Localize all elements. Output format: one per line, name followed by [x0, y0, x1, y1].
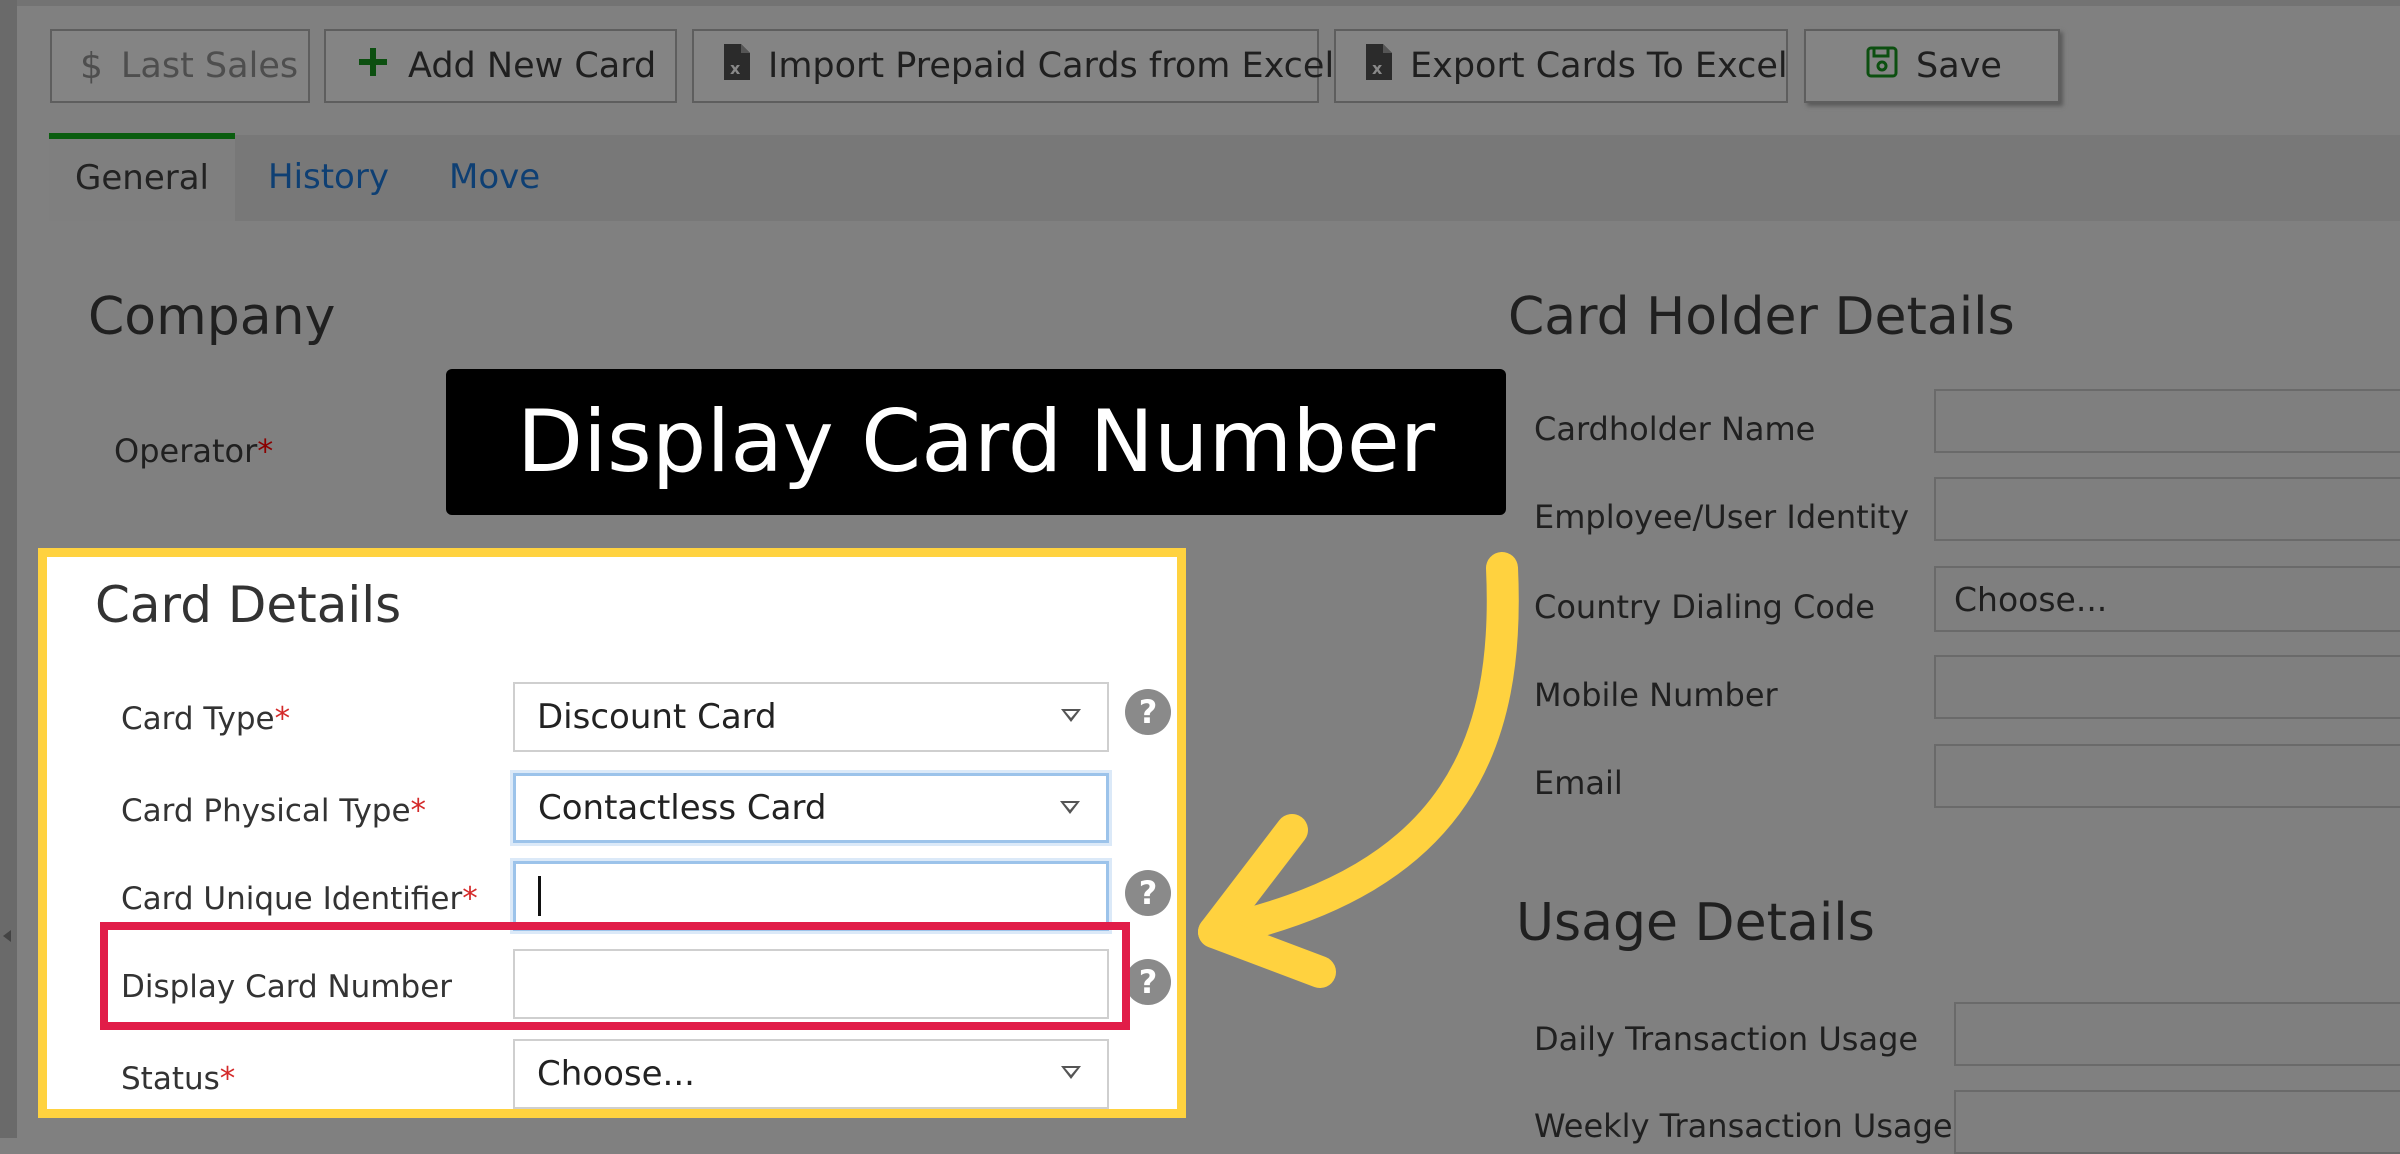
chevron-down-icon	[1061, 709, 1081, 722]
chevron-down-icon	[1060, 801, 1080, 814]
excel-file-icon: x	[724, 43, 750, 89]
required-mark: *	[274, 701, 291, 737]
mobile-number-input[interactable]	[1934, 655, 2400, 719]
required-mark: *	[219, 1061, 236, 1097]
required-mark: *	[410, 793, 427, 829]
card-type-label-text: Card Type	[121, 701, 275, 737]
card-details-panel: Card Details Card Type* Discount Card ? …	[38, 548, 1186, 1118]
svg-text:x: x	[730, 59, 741, 78]
card-details-title: Card Details	[95, 576, 402, 634]
card-physical-type-label: Card Physical Type*	[121, 793, 426, 829]
help-icon[interactable]: ?	[1125, 689, 1171, 735]
top-border	[0, 0, 2400, 6]
country-dialing-select[interactable]: Choose...	[1934, 566, 2400, 632]
operator-label-text: Operator	[114, 432, 258, 470]
text-cursor	[538, 876, 541, 916]
card-holder-section-title: Card Holder Details	[1508, 287, 2015, 347]
import-excel-label: Import Prepaid Cards from Excel	[768, 46, 1335, 86]
cardholder-name-input[interactable]	[1934, 389, 2400, 453]
export-excel-button[interactable]: x Export Cards To Excel	[1334, 29, 1788, 103]
operator-label: Operator*	[114, 432, 273, 470]
annotation-arrow-icon	[1198, 552, 1519, 988]
card-physical-type-label-text: Card Physical Type	[121, 793, 411, 829]
dollar-icon: $	[80, 45, 103, 87]
tab-move[interactable]: Move	[449, 157, 540, 197]
card-type-select[interactable]: Discount Card	[513, 682, 1109, 752]
country-dialing-value: Choose...	[1954, 579, 2108, 619]
company-section-title: Company	[88, 287, 336, 347]
annotation-banner: Display Card Number	[446, 369, 1506, 515]
import-excel-button[interactable]: x Import Prepaid Cards from Excel	[692, 29, 1334, 103]
cardholder-name-label: Cardholder Name	[1534, 410, 1816, 448]
card-type-value: Discount Card	[537, 697, 777, 737]
plus-icon	[356, 45, 390, 88]
tab-history[interactable]: History	[268, 157, 389, 197]
status-select[interactable]: Choose...	[513, 1039, 1109, 1109]
daily-usage-input[interactable]	[1954, 1002, 2400, 1066]
status-label-text: Status	[121, 1061, 220, 1097]
daily-usage-label: Daily Transaction Usage	[1534, 1020, 1919, 1058]
country-dialing-label: Country Dialing Code	[1534, 588, 1875, 626]
mobile-number-label: Mobile Number	[1534, 676, 1778, 714]
chevron-down-icon	[1061, 1066, 1081, 1079]
display-card-number-highlight	[100, 922, 1130, 1030]
save-icon	[1866, 46, 1898, 87]
tab-bar	[49, 135, 2400, 221]
tab-general[interactable]: General	[49, 133, 235, 221]
email-label: Email	[1534, 764, 1623, 802]
employee-identity-label: Employee/User Identity	[1534, 498, 1910, 536]
collapse-arrow-icon[interactable]	[3, 930, 11, 942]
card-unique-identifier-label-text: Card Unique Identifier	[121, 881, 463, 917]
excel-file-icon: x	[1366, 43, 1392, 89]
export-excel-label: Export Cards To Excel	[1410, 46, 1788, 86]
required-mark: *	[257, 432, 274, 470]
last-sales-button[interactable]: $ Last Sales	[50, 29, 310, 103]
card-physical-type-value: Contactless Card	[538, 788, 827, 828]
save-button[interactable]: Save	[1804, 29, 2060, 103]
usage-section-title: Usage Details	[1516, 893, 1875, 953]
employee-identity-input[interactable]	[1934, 477, 2400, 541]
email-input[interactable]	[1934, 744, 2400, 808]
weekly-usage-label: Weekly Transaction Usage	[1534, 1107, 1953, 1145]
save-label: Save	[1916, 46, 2002, 86]
status-value: Choose...	[537, 1054, 695, 1094]
status-label: Status*	[121, 1061, 235, 1097]
weekly-usage-input[interactable]	[1954, 1090, 2400, 1154]
help-icon[interactable]: ?	[1125, 959, 1171, 1005]
card-type-label: Card Type*	[121, 701, 290, 737]
card-unique-identifier-input[interactable]	[513, 861, 1109, 931]
required-mark: *	[462, 881, 478, 917]
add-new-card-button[interactable]: Add New Card	[324, 29, 677, 103]
left-collapse-bar[interactable]	[0, 0, 17, 1138]
card-unique-identifier-label: Card Unique Identifier*	[121, 881, 478, 917]
card-physical-type-select[interactable]: Contactless Card	[513, 773, 1109, 843]
add-new-card-label: Add New Card	[408, 46, 657, 86]
last-sales-label: Last Sales	[120, 46, 299, 86]
help-icon[interactable]: ?	[1125, 870, 1171, 916]
svg-text:x: x	[1372, 59, 1383, 78]
